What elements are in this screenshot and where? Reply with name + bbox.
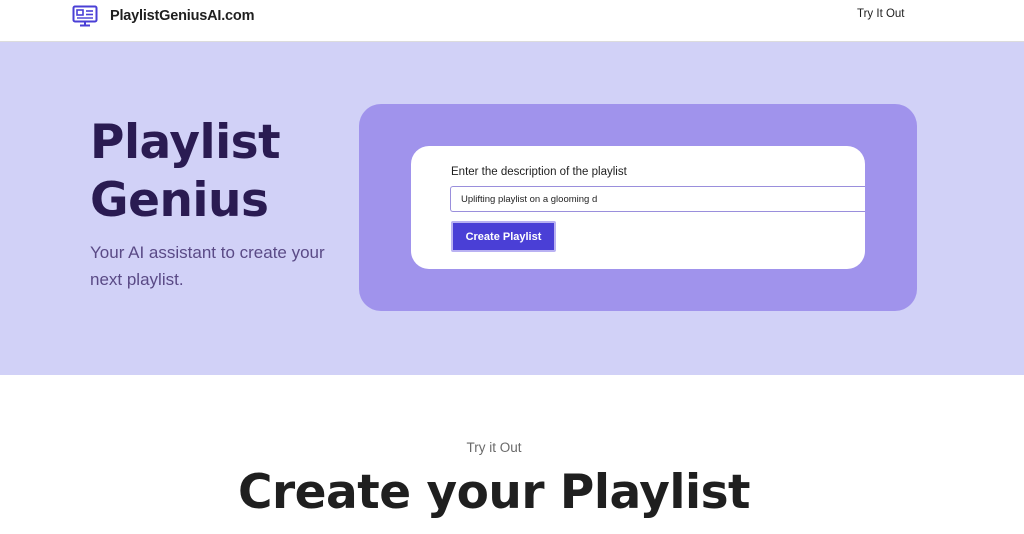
brand-link[interactable]: PlaylistGeniusAI.com <box>72 4 254 28</box>
hero-title-line2: Genius <box>90 173 269 228</box>
hero-title: Playlist Genius <box>90 114 281 230</box>
playlist-form-panel: Enter the description of the playlist Cr… <box>359 104 917 311</box>
section-eyebrow: Try it Out <box>466 440 522 455</box>
create-playlist-button[interactable]: Create Playlist <box>451 221 556 252</box>
playlist-form-card: Enter the description of the playlist Cr… <box>411 146 865 269</box>
nav-link-try-it-out[interactable]: Try It Out <box>857 8 905 20</box>
monitor-icon <box>72 5 98 27</box>
description-label: Enter the description of the playlist <box>451 166 627 178</box>
brand-name: PlaylistGeniusAI.com <box>110 8 255 24</box>
hero-title-line1: Playlist <box>90 115 281 170</box>
description-input[interactable] <box>450 186 865 212</box>
section-title: Create your Playlist <box>237 465 751 520</box>
hero-subtitle: Your AI assistant to create your next pl… <box>90 243 325 289</box>
navbar: PlaylistGeniusAI.com Try It Out <box>0 0 1024 42</box>
hero-section: Playlist Genius Your AI assistant to cre… <box>0 42 1024 375</box>
